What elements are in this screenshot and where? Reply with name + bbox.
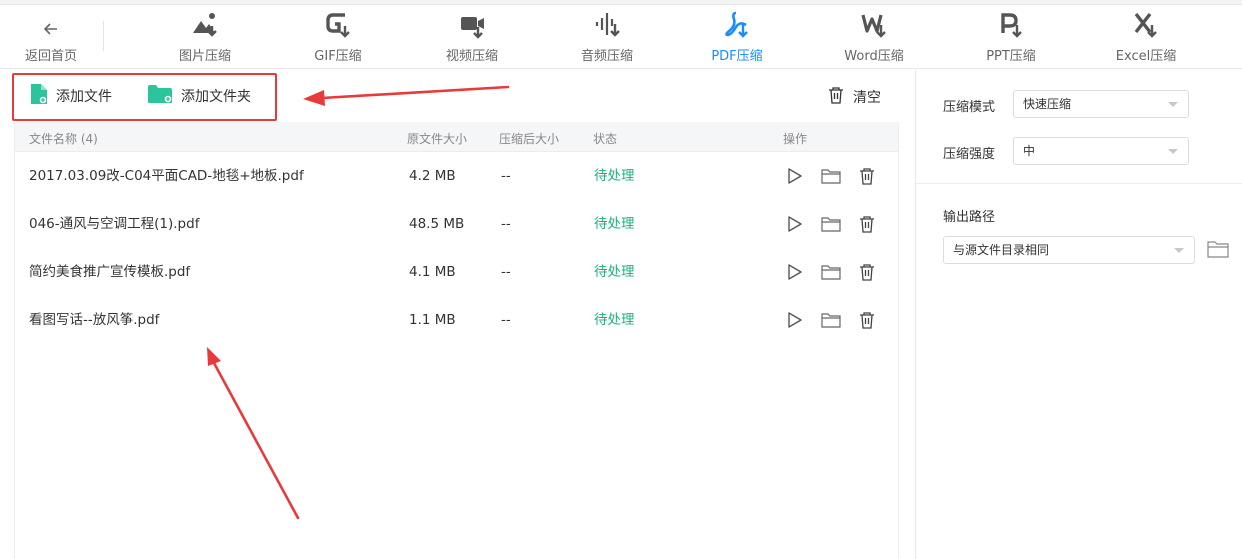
clear-label: 清空 xyxy=(853,90,881,106)
settings-panel: 压缩模式 快速压缩 压缩强度 中 输出路径 与源文件目录相同 xyxy=(915,70,1242,559)
table-row[interactable]: 看图写话--放风筝.pdf 1.1 MB -- 待处理 xyxy=(15,296,898,344)
tab-word-compress-label: Word压缩 xyxy=(844,49,904,64)
col-operations: 操作 xyxy=(783,132,808,146)
col-original-size: 原文件大小 xyxy=(407,132,468,146)
trash-icon[interactable] xyxy=(857,262,877,282)
status-text: 待处理 xyxy=(594,264,635,280)
compress-mode-select[interactable]: 快速压缩 xyxy=(1013,90,1189,118)
tab-word-compress[interactable]: Word压缩 xyxy=(838,5,910,69)
original-size: 48.5 MB xyxy=(409,216,465,232)
status-text: 待处理 xyxy=(594,312,635,328)
tab-gif-compress[interactable]: GIF压缩 xyxy=(303,5,373,69)
original-size: 1.1 MB xyxy=(409,312,456,328)
play-icon[interactable] xyxy=(785,214,805,234)
compressed-size: -- xyxy=(501,168,511,184)
col-status: 状态 xyxy=(593,132,618,146)
top-toolbar: 返回首页 图片压缩 GIF压缩 视频压缩 音频压缩 PDF压缩 Word压缩 P… xyxy=(0,5,1242,69)
compressed-size: -- xyxy=(501,312,511,328)
tab-audio-compress-label: 音频压缩 xyxy=(580,49,633,64)
add-file-button[interactable]: 添加文件 xyxy=(30,84,112,108)
browse-folder-icon[interactable] xyxy=(1207,240,1229,262)
compressed-size: -- xyxy=(501,264,511,280)
play-icon[interactable] xyxy=(785,166,805,186)
add-folder-label: 添加文件夹 xyxy=(181,89,251,105)
tab-ppt-compress[interactable]: PPT压缩 xyxy=(980,5,1042,69)
tab-ppt-compress-label: PPT压缩 xyxy=(986,49,1036,64)
folder-icon[interactable] xyxy=(821,310,841,330)
tab-gif-compress-label: GIF压缩 xyxy=(314,49,362,64)
panel-divider xyxy=(916,183,1242,184)
back-arrow-icon xyxy=(41,5,61,41)
chevron-down-icon xyxy=(1168,149,1178,154)
row-operations xyxy=(785,166,877,186)
compress-mode-label: 压缩模式 xyxy=(943,100,996,115)
trash-icon[interactable] xyxy=(857,166,877,186)
tab-excel-compress[interactable]: Excel压缩 xyxy=(1110,5,1182,69)
file-name: 2017.03.09改-C04平面CAD-地毯+地板.pdf xyxy=(29,168,304,184)
status-text: 待处理 xyxy=(594,216,635,232)
add-folder-button[interactable]: 添加文件夹 xyxy=(147,84,251,108)
video-compress-icon xyxy=(457,5,487,41)
image-compress-icon xyxy=(190,5,220,41)
row-operations xyxy=(785,310,877,330)
pdf-compress-icon xyxy=(722,5,752,41)
ppt-compress-icon xyxy=(996,5,1026,41)
folder-icon[interactable] xyxy=(821,214,841,234)
trash-icon[interactable] xyxy=(857,310,877,330)
clear-button[interactable]: 清空 xyxy=(828,86,881,108)
add-file-label: 添加文件 xyxy=(56,89,112,105)
compress-mode-value: 快速压缩 xyxy=(1023,97,1072,111)
play-icon[interactable] xyxy=(785,262,805,282)
col-compressed-size: 压缩后大小 xyxy=(499,132,560,146)
tab-excel-compress-label: Excel压缩 xyxy=(1115,49,1177,64)
table-row[interactable]: 2017.03.09改-C04平面CAD-地毯+地板.pdf 4.2 MB --… xyxy=(15,152,898,200)
back-home-button[interactable]: 返回首页 xyxy=(22,5,80,69)
gif-compress-icon xyxy=(323,5,353,41)
play-icon[interactable] xyxy=(785,310,805,330)
table-row[interactable]: 简约美食推广宣传模板.pdf 4.1 MB -- 待处理 xyxy=(15,248,898,296)
trash-icon xyxy=(828,86,844,108)
add-file-icon xyxy=(30,83,48,109)
row-operations xyxy=(785,214,877,234)
tab-image-compress-label: 图片压缩 xyxy=(178,49,231,64)
tab-video-compress[interactable]: 视频压缩 xyxy=(437,5,507,69)
compress-strength-label: 压缩强度 xyxy=(943,147,996,162)
original-size: 4.1 MB xyxy=(409,264,456,280)
file-name: 看图写话--放风筝.pdf xyxy=(29,312,160,328)
file-name: 简约美食推广宣传模板.pdf xyxy=(29,264,191,280)
folder-icon[interactable] xyxy=(821,262,841,282)
file-name: 046-通风与空调工程(1).pdf xyxy=(29,216,200,232)
back-home-label: 返回首页 xyxy=(24,49,77,64)
tab-video-compress-label: 视频压缩 xyxy=(445,49,498,64)
excel-compress-icon xyxy=(1131,5,1161,41)
row-operations xyxy=(785,262,877,282)
tab-audio-compress[interactable]: 音频压缩 xyxy=(572,5,642,69)
output-path-select[interactable]: 与源文件目录相同 xyxy=(943,236,1195,264)
chevron-down-icon xyxy=(1174,248,1184,253)
tab-pdf-compress[interactable]: PDF压缩 xyxy=(704,5,770,69)
tab-pdf-compress-label: PDF压缩 xyxy=(711,49,763,64)
folder-icon[interactable] xyxy=(821,166,841,186)
status-text: 待处理 xyxy=(594,168,635,184)
compress-strength-select[interactable]: 中 xyxy=(1013,137,1189,165)
file-table: 文件名称 (4) 原文件大小 压缩后大小 状态 操作 2017.03.09改-C… xyxy=(14,122,899,559)
compressed-size: -- xyxy=(501,216,511,232)
compress-strength-value: 中 xyxy=(1023,144,1036,158)
chevron-down-icon xyxy=(1168,102,1178,107)
file-action-bar: 添加文件 添加文件夹 清空 xyxy=(0,70,912,122)
original-size: 4.2 MB xyxy=(409,168,456,184)
col-file-name: 文件名称 (4) xyxy=(29,132,98,146)
output-path-label: 输出路径 xyxy=(943,210,996,225)
word-compress-icon xyxy=(859,5,889,41)
add-folder-icon xyxy=(147,84,173,108)
toolbar-divider xyxy=(103,21,104,51)
table-row[interactable]: 046-通风与空调工程(1).pdf 48.5 MB -- 待处理 xyxy=(15,200,898,248)
output-path-value: 与源文件目录相同 xyxy=(953,243,1050,257)
table-header: 文件名称 (4) 原文件大小 压缩后大小 状态 操作 xyxy=(15,122,898,152)
audio-compress-icon xyxy=(592,5,622,41)
tab-image-compress[interactable]: 图片压缩 xyxy=(170,5,240,69)
trash-icon[interactable] xyxy=(857,214,877,234)
